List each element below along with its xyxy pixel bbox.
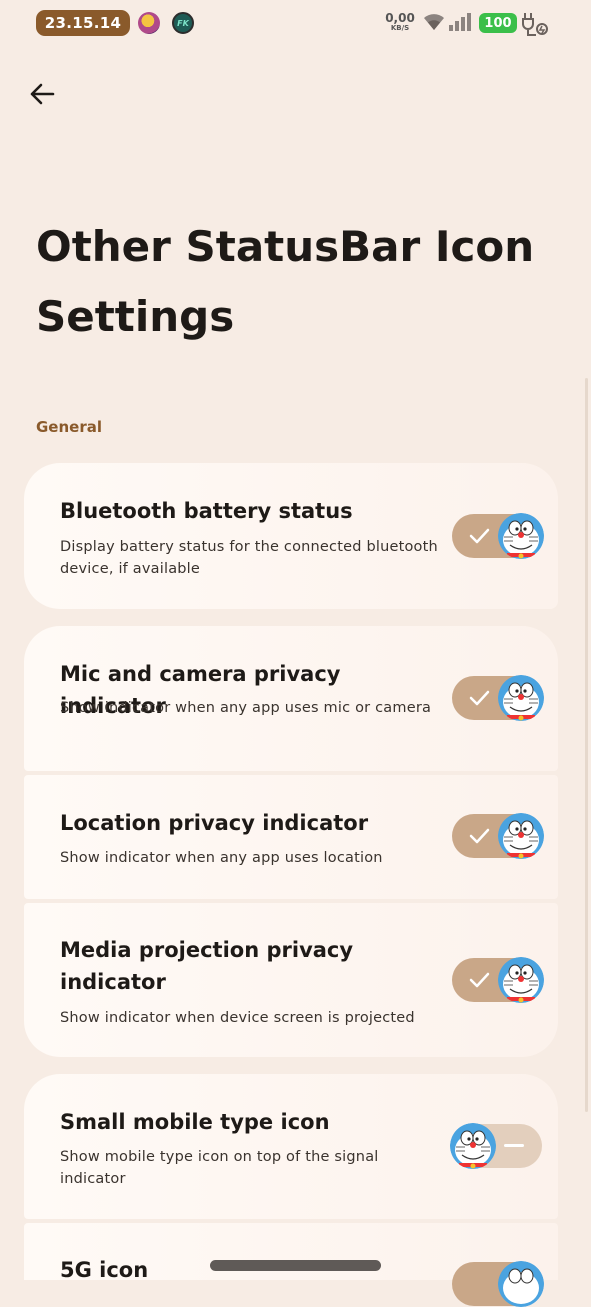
toggle-switch[interactable]: [452, 1261, 544, 1307]
setting-row-mic-camera-privacy[interactable]: Mic and camera privacy indicator Show in…: [24, 626, 558, 771]
minus-icon: [504, 1144, 524, 1147]
setting-row-bluetooth-battery[interactable]: Bluetooth battery status Display battery…: [24, 463, 558, 609]
section-label-general: General: [36, 418, 102, 436]
scrollbar[interactable]: [585, 378, 588, 1112]
setting-title: Bluetooth battery status: [60, 499, 353, 523]
toggle-switch[interactable]: [452, 513, 544, 559]
clock: 23.15.14: [36, 10, 130, 36]
doraemon-knob-icon: [498, 813, 544, 859]
setting-row-location-privacy[interactable]: Location privacy indicator Show indicato…: [24, 775, 558, 899]
toggle-switch[interactable]: [452, 813, 544, 859]
status-bar: 23.15.14 FK 0,00 KB/S 100: [0, 0, 591, 48]
toggle-switch[interactable]: [450, 1123, 542, 1169]
doraemon-knob-icon: [498, 513, 544, 559]
check-icon: [469, 972, 490, 988]
network-speed-unit: KB/S: [390, 24, 410, 32]
network-speed-value: 0,00: [385, 11, 415, 25]
toggle-switch[interactable]: [452, 957, 544, 1003]
setting-title: Media projection privacy indicator: [60, 938, 354, 994]
doraemon-knob-icon: [498, 675, 544, 721]
setting-description: Show mobile type icon on top of the sign…: [60, 1149, 379, 1187]
setting-description: Show indicator when device screen is pro…: [60, 1010, 415, 1026]
setting-row-small-mobile-type-icon[interactable]: Small mobile type icon Show mobile type …: [24, 1074, 558, 1219]
home-indicator[interactable]: [210, 1260, 381, 1271]
toggle-switch[interactable]: [452, 675, 544, 721]
back-button[interactable]: [26, 78, 58, 110]
battery-icon: 100: [479, 13, 517, 33]
setting-description: Show indicator when any app uses locatio…: [60, 850, 383, 866]
setting-description: Display battery status for the connected…: [60, 539, 438, 577]
app-fk-icon: FK: [172, 12, 194, 34]
check-icon: [469, 528, 490, 544]
setting-title: Small mobile type icon: [60, 1110, 330, 1134]
check-icon: [469, 690, 490, 706]
wifi-icon: [424, 14, 444, 30]
arrow-left-icon: [30, 83, 55, 105]
app-fk-label: FK: [177, 18, 189, 28]
doraemon-knob-icon: [498, 957, 544, 1003]
charging-icon: [522, 13, 548, 36]
setting-title: Location privacy indicator: [60, 811, 369, 835]
doraemon-knob-icon: [498, 1261, 544, 1307]
doraemon-knob-icon: [450, 1123, 496, 1169]
check-icon: [469, 828, 490, 844]
setting-description: Show indicator when any app uses mic or …: [60, 700, 432, 716]
network-speed: 0,00 KB/S: [384, 12, 416, 32]
app-avatar-icon: [138, 12, 160, 34]
setting-row-media-projection-privacy[interactable]: Media projection privacy indicator Show …: [24, 903, 558, 1057]
page-title: Other StatusBar Icon Settings: [36, 222, 535, 341]
signal-icon: [449, 13, 471, 31]
setting-row-5g-icon[interactable]: 5G icon: [24, 1223, 558, 1307]
